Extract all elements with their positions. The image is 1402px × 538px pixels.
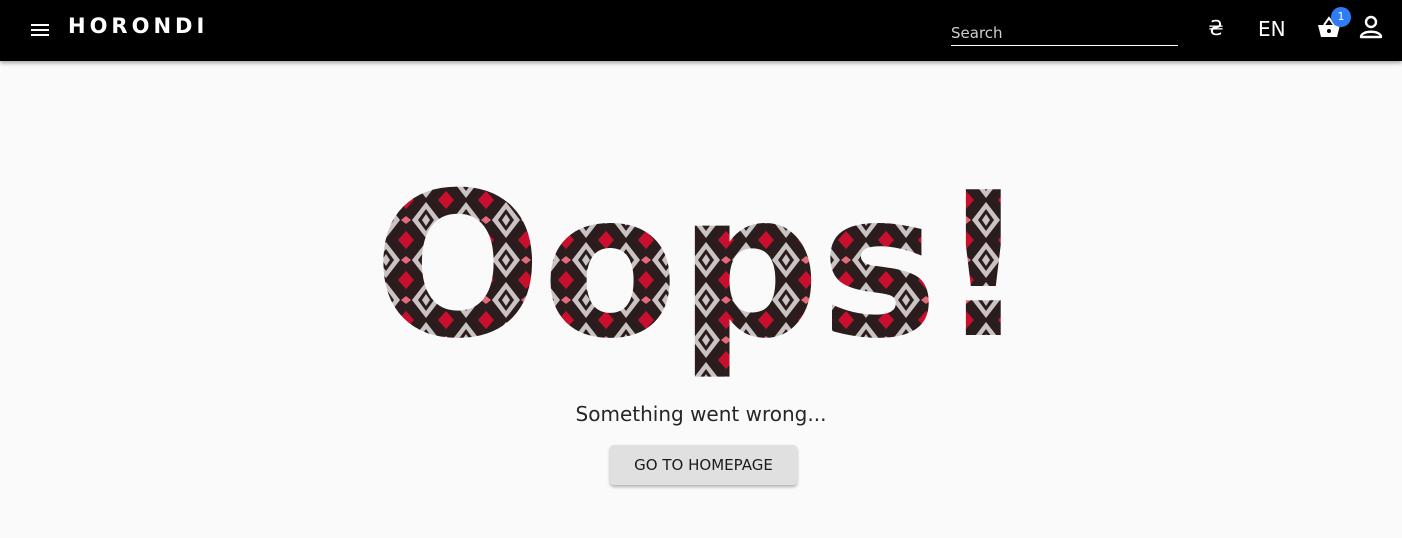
go-to-homepage-button[interactable]: GO TO HOMEPAGE — [610, 445, 797, 485]
user-icon — [1359, 15, 1383, 39]
language-selector[interactable]: EN — [1258, 17, 1286, 41]
cart-button[interactable]: 1 — [1316, 7, 1351, 44]
app-bar: HORONDI ₴ EN 1 — [0, 0, 1402, 61]
account-button[interactable] — [1358, 14, 1384, 40]
search-field — [951, 18, 1178, 46]
cart-count-badge: 1 — [1331, 7, 1351, 27]
oops-headline: Oops! — [374, 160, 1029, 380]
menu-button[interactable] — [24, 14, 56, 46]
brand-logo[interactable]: HORONDI — [68, 14, 208, 38]
currency-selector[interactable]: ₴ — [1204, 16, 1228, 44]
error-message: Something went wrong... — [575, 402, 827, 426]
oops-text: Oops! — [374, 160, 1029, 380]
search-input[interactable] — [951, 18, 1178, 45]
hryvnia-icon: ₴ — [1208, 16, 1224, 40]
menu-icon — [31, 24, 49, 36]
